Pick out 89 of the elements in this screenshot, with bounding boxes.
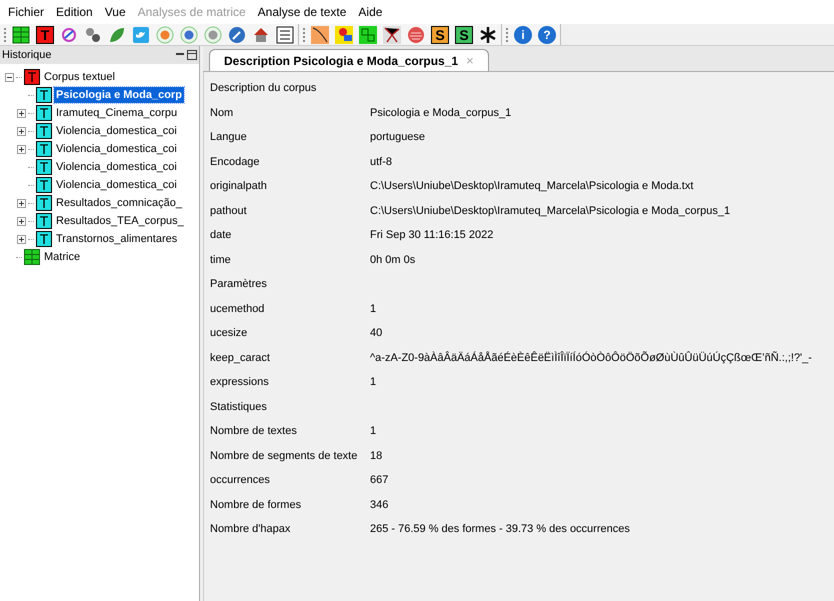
field-label: originalpath xyxy=(210,179,268,194)
panel-title: Historique xyxy=(2,48,52,63)
field-label: expressions xyxy=(210,375,270,390)
text-icon: T xyxy=(36,141,52,157)
field-label: Nombre de formes xyxy=(210,498,302,512)
round-icon[interactable] xyxy=(180,26,198,44)
expand-toggle[interactable] xyxy=(16,144,26,154)
text-icon: T xyxy=(36,231,52,247)
wrench-icon[interactable] xyxy=(228,26,246,44)
letter-icon[interactable]: T xyxy=(36,26,54,44)
grid-icon[interactable] xyxy=(359,26,377,44)
help-icon[interactable]: ? xyxy=(538,26,556,44)
puzzle-icon[interactable] xyxy=(335,26,353,44)
field-value: 1 xyxy=(370,424,376,439)
list-icon[interactable] xyxy=(276,26,294,44)
section-heading: Description du corpus xyxy=(210,81,316,96)
round-icon[interactable] xyxy=(204,26,222,44)
tree-item[interactable]: Corpus textuel xyxy=(42,68,117,86)
tree-item[interactable]: Transtornos_alimentares xyxy=(54,230,180,248)
tree-item[interactable]: Violencia_domestica_coi xyxy=(54,158,179,176)
tree-item[interactable]: Iramuteq_Cinema_corpu xyxy=(54,104,180,122)
field-label: Nombre de segments de texte xyxy=(210,448,358,464)
menu-item[interactable]: Fichier xyxy=(8,3,44,21)
field-label: pathout xyxy=(210,204,248,218)
expand-toggle[interactable] xyxy=(16,216,26,226)
text-icon: T xyxy=(36,177,52,193)
bird-icon[interactable] xyxy=(132,26,150,44)
field-value: ^a-zA-Z0-9àÀâÂäÄáÁåÅãéÉèÈêÊëËìÌîÎïÏíÍóÓòÒôÔöÖõÕøØùÙûÛüÜúÚçÇßœŒ’ñÑ.:,;!?'_- xyxy=(370,350,812,366)
collapse-toggle[interactable] xyxy=(4,72,14,82)
menu-item[interactable]: Aide xyxy=(358,3,382,21)
field-label: time xyxy=(210,252,232,268)
menu-item[interactable]: Edition xyxy=(56,3,93,21)
field-label: Encodage xyxy=(210,154,261,170)
field-value: 265 - 76.59 % des formes - 39.73 % des occurrences xyxy=(370,522,630,537)
field-value: 0h 0m 0s xyxy=(370,252,416,268)
field-label: Langue xyxy=(210,130,248,145)
section-heading: Paramètres xyxy=(210,277,267,292)
text-icon: T xyxy=(36,123,52,139)
field-label: Nom xyxy=(210,106,234,120)
tree-item[interactable]: Violencia_domestica_coi xyxy=(54,140,179,158)
field-label: Nombre de textes xyxy=(210,424,298,439)
tab[interactable]: Description Psicologia e Moda_corpus_1 × xyxy=(209,49,489,71)
home-icon[interactable] xyxy=(252,26,270,44)
text-icon: T xyxy=(36,213,52,229)
field-label: ucesize xyxy=(210,326,248,341)
tree-item[interactable]: Resultados_TEA_corpus_ xyxy=(54,212,186,230)
field-label: keep_caract xyxy=(210,350,271,366)
field-value: 667 xyxy=(370,473,388,488)
tree-item[interactable]: Matrice xyxy=(42,248,82,266)
section-heading: Statistiques xyxy=(210,400,267,414)
field-value: 1 xyxy=(370,302,376,316)
curve-icon[interactable] xyxy=(311,26,329,44)
text-icon: T xyxy=(24,69,40,85)
tree-item[interactable]: Psicologia e Moda_corp xyxy=(54,86,184,104)
tree-item[interactable]: Violencia_domestica_coi xyxy=(54,122,179,140)
field-value: portuguese xyxy=(370,130,426,145)
help-icon[interactable]: i xyxy=(514,26,532,44)
field-value: C:\Users\Uniube\Desktop\Iramuteq_Marcela\Psicologia e Moda.txt xyxy=(370,179,694,194)
tree-item[interactable]: Violencia_domestica_coi xyxy=(54,176,179,194)
grid-icon[interactable] xyxy=(12,26,30,44)
maximize-icon[interactable] xyxy=(187,50,197,60)
field-label: ucemethod xyxy=(210,302,266,316)
field-value: 18 xyxy=(370,448,382,464)
menu-item[interactable]: Analyse de texte xyxy=(258,3,346,21)
field-label: occurrences xyxy=(210,473,271,488)
field-label: Nombre d'hapax xyxy=(210,522,292,537)
field-value: Psicologia e Moda_corpus_1 xyxy=(370,106,512,120)
leaf-icon[interactable] xyxy=(108,26,126,44)
asterisk-icon[interactable] xyxy=(479,26,497,44)
text-icon: T xyxy=(36,159,52,175)
expand-toggle[interactable] xyxy=(16,234,26,244)
letter-icon[interactable]: S xyxy=(431,26,449,44)
tree-item[interactable]: Resultados_comnicação_ xyxy=(54,194,184,212)
field-value: C:\Users\Uniube\Desktop\Iramuteq_Marcela\Psicologia e Moda_corpus_1 xyxy=(370,204,730,218)
grid-icon xyxy=(24,249,40,265)
field-value: 40 xyxy=(370,326,382,341)
field-value: 346 xyxy=(370,498,388,512)
field-label: date xyxy=(210,228,232,243)
field-value: 1 xyxy=(370,375,376,390)
expand-toggle[interactable] xyxy=(16,126,26,136)
field-value: Fri Sep 30 11:16:15 2022 xyxy=(370,228,494,243)
text-icon: T xyxy=(36,195,52,211)
text-icon: T xyxy=(36,87,52,103)
expand-toggle[interactable] xyxy=(16,198,26,208)
field-value: utf-8 xyxy=(370,154,392,170)
letter-icon[interactable]: S xyxy=(455,26,473,44)
menu-item[interactable]: Vue xyxy=(104,3,126,21)
text-icon: T xyxy=(36,105,52,121)
expand-toggle[interactable] xyxy=(16,108,26,118)
